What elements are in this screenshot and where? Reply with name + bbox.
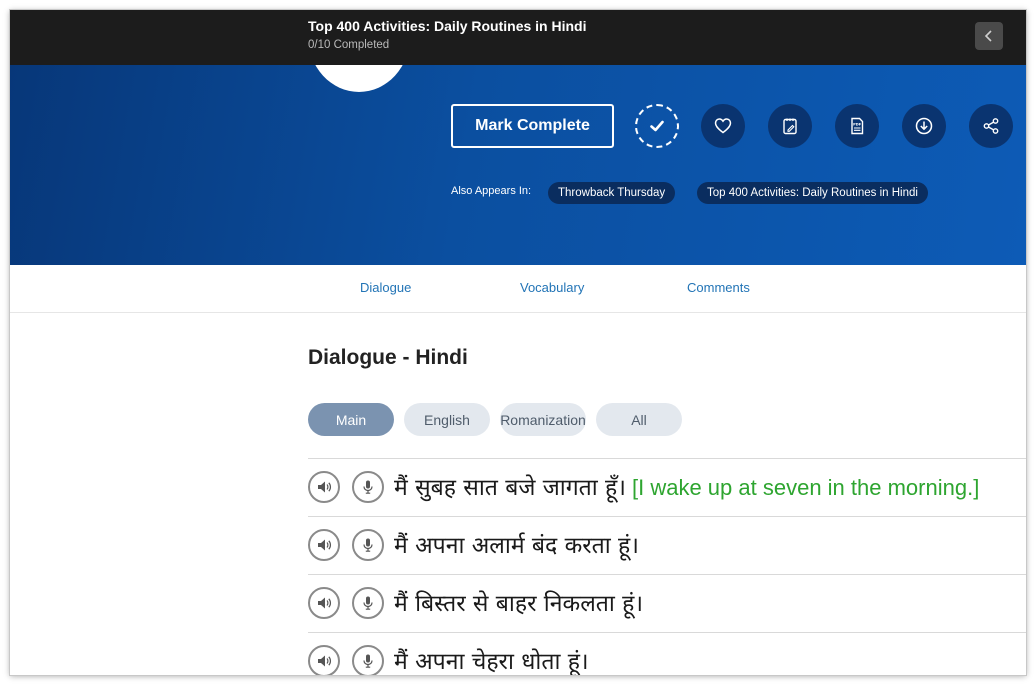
download-icon — [915, 117, 933, 135]
lesson-title: Top 400 Activities: Daily Routines in Hi… — [308, 18, 587, 34]
notes-button[interactable] — [768, 104, 812, 148]
play-audio-button[interactable] — [308, 529, 340, 561]
tab-comments[interactable]: Comments — [687, 280, 750, 295]
record-voice-button[interactable] — [352, 587, 384, 619]
record-voice-button[interactable] — [352, 471, 384, 503]
speaker-icon — [318, 597, 332, 609]
lesson-hero: Mark Complete PDF Also Appears In: Throw… — [10, 65, 1026, 265]
download-button[interactable] — [902, 104, 946, 148]
app-window: Top 400 Activities: Daily Routines in Hi… — [10, 10, 1026, 675]
complete-toggle-button[interactable] — [635, 104, 679, 148]
play-audio-button[interactable] — [308, 645, 340, 675]
back-button[interactable] — [975, 22, 1003, 50]
notes-icon — [783, 118, 797, 135]
mark-complete-button[interactable]: Mark Complete — [451, 104, 614, 148]
microphone-icon — [363, 596, 373, 610]
pdf-icon: PDF — [851, 117, 864, 135]
hindi-sentence: मैं सुबह सात बजे जागता हूँ। [I wake up at… — [394, 470, 979, 502]
section-title: Dialogue - Hindi — [308, 346, 468, 369]
english-translation: [I wake up at seven in the morning.] — [632, 475, 980, 500]
share-icon — [983, 118, 999, 134]
play-audio-button[interactable] — [308, 471, 340, 503]
microphone-icon — [363, 538, 373, 552]
hindi-text: मैं सुबह सात बजे जागता हूँ। — [394, 475, 626, 501]
dialogue-line: मैं सुबह सात बजे जागता हूँ। [I wake up at… — [308, 458, 1026, 516]
speaker-icon — [318, 539, 332, 551]
svg-text:PDF: PDF — [853, 123, 862, 127]
dialogue-line: मैं अपना अलार्म बंद करता हूं। — [308, 516, 1026, 574]
play-audio-button[interactable] — [308, 587, 340, 619]
completion-status: 0/10 Completed — [308, 39, 390, 51]
filter-all[interactable]: All — [596, 403, 682, 436]
speaker-icon — [318, 655, 332, 667]
hindi-sentence: मैं अपना चेहरा धोता हूं। — [394, 649, 589, 675]
share-button[interactable] — [969, 104, 1013, 148]
hindi-sentence: मैं बिस्तर से बाहर निकलता हूं। — [394, 591, 644, 617]
filter-english[interactable]: English — [404, 403, 490, 436]
microphone-icon — [363, 654, 373, 668]
check-icon — [650, 120, 664, 132]
speaker-icon — [318, 481, 332, 493]
heart-icon — [714, 118, 732, 134]
chevron-left-icon — [984, 30, 992, 42]
hindi-sentence: मैं अपना अलार्म बंद करता हूं। — [394, 533, 639, 559]
favorite-button[interactable] — [701, 104, 745, 148]
series-chip-daily-routines[interactable]: Top 400 Activities: Daily Routines in Hi… — [697, 182, 928, 204]
filter-main[interactable]: Main — [308, 403, 394, 436]
also-appears-label: Also Appears In: — [451, 185, 532, 197]
microphone-icon — [363, 480, 373, 494]
lesson-thumbnail — [308, 65, 410, 92]
lesson-header: Top 400 Activities: Daily Routines in Hi… — [10, 10, 1026, 65]
series-chip-throwback[interactable]: Throwback Thursday — [548, 182, 676, 204]
record-voice-button[interactable] — [352, 645, 384, 675]
pdf-button[interactable]: PDF — [835, 104, 879, 148]
tab-dialogue[interactable]: Dialogue — [360, 280, 411, 295]
record-voice-button[interactable] — [352, 529, 384, 561]
filter-romanization[interactable]: Romanization — [500, 403, 586, 436]
tab-vocabulary[interactable]: Vocabulary — [520, 280, 584, 295]
dialogue-line: मैं अपना चेहरा धोता हूं। — [308, 632, 1026, 675]
dialogue-line: मैं बिस्तर से बाहर निकलता हूं। — [308, 574, 1026, 632]
lesson-tabs: Dialogue Vocabulary Comments — [10, 265, 1026, 313]
